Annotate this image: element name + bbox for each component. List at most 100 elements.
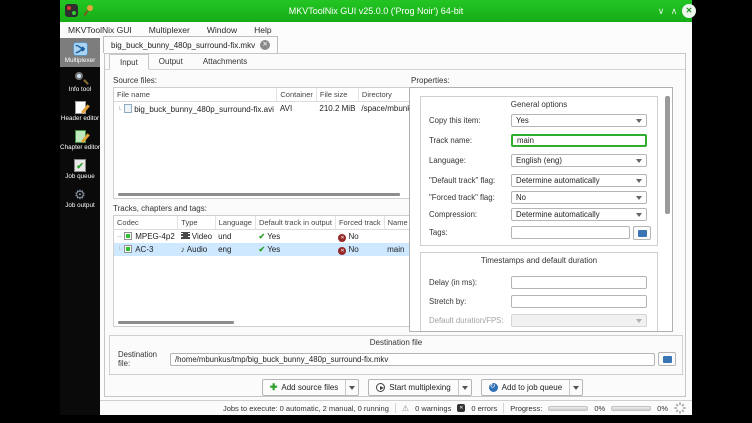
col-container[interactable]: Container — [277, 88, 317, 102]
destination-label: Destination file: — [118, 350, 170, 368]
track-row-video[interactable]: ─ MPEG-4p2 Video und ✔Yes ✕No big_buck_ — [114, 230, 411, 244]
menu-multiplexer[interactable]: Multiplexer — [149, 25, 190, 35]
sidebar-item-job-output[interactable]: ⚙ Job output — [60, 183, 100, 212]
forced-track-flag-select[interactable]: No — [511, 191, 647, 204]
track-row-audio[interactable]: └ AC-3 ♪Audio eng ✔Yes ✕No main big_buck… — [114, 243, 411, 256]
sidebar-label: Multiplexer — [65, 57, 95, 64]
col-forced-track[interactable]: Forced track — [335, 216, 384, 230]
tracks-label: Tracks, chapters and tags: — [113, 204, 207, 213]
tags-browse-button[interactable] — [633, 226, 651, 240]
add-source-files-dropdown[interactable] — [345, 380, 358, 395]
minimize-button[interactable]: ∨ — [654, 5, 668, 18]
compression-select[interactable]: Determine automatically — [511, 208, 647, 221]
track-codec: AC-3 — [135, 245, 153, 254]
track-enabled-checkbox[interactable] — [124, 245, 132, 253]
tab-attachments[interactable]: Attachments — [193, 54, 257, 70]
general-options-title: General options — [421, 100, 657, 109]
tags-input[interactable] — [511, 226, 630, 239]
tree-branch: ─ — [117, 234, 122, 241]
close-button[interactable]: ✕ — [682, 4, 696, 18]
sidebar-item-chapter-editor[interactable]: Chapter editor — [60, 125, 100, 154]
source-file-row[interactable]: └ big_buck_bunny_480p_surround-fix.avi A… — [114, 102, 411, 116]
source-file-name: big_buck_bunny_480p_surround-fix.avi — [134, 105, 274, 114]
file-tab[interactable]: big_buck_bunny_480p_surround-fix.mkv ✕ — [103, 36, 278, 53]
language-select[interactable]: English (eng) — [511, 154, 647, 167]
tracks-table[interactable]: Codec Type Language Default track in out… — [113, 215, 411, 327]
sidebar-label: Info tool — [69, 86, 91, 93]
properties-scrollbar[interactable] — [665, 96, 670, 214]
chevron-down-icon — [636, 319, 642, 323]
default-track-flag-select[interactable]: Determine automatically — [511, 174, 647, 187]
destination-browse-button[interactable] — [658, 352, 676, 366]
copy-item-select[interactable]: Yes — [511, 114, 647, 127]
timestamps-title: Timestamps and default duration — [421, 256, 657, 265]
chevron-down-icon — [462, 386, 468, 390]
track-name-input[interactable] — [511, 134, 647, 147]
sidebar-label: Job output — [65, 202, 94, 209]
tab-input[interactable]: Input — [109, 54, 149, 70]
tracks-header: Codec Type Language Default track in out… — [114, 216, 411, 230]
track-enabled-checkbox[interactable] — [124, 232, 132, 240]
destination-title: Destination file — [110, 338, 682, 347]
progress-bar-current — [548, 406, 588, 411]
track-language: eng — [215, 243, 255, 256]
track-codec: MPEG-4p2 — [135, 232, 175, 241]
sidebar-item-job-queue[interactable]: ✔ Job queue — [60, 154, 100, 183]
add-to-job-queue-button[interactable]: Add to job queue — [481, 379, 584, 396]
language-label: Language: — [429, 156, 511, 165]
col-language[interactable]: Language — [215, 216, 255, 230]
play-icon — [376, 383, 385, 392]
col-file-size[interactable]: File size — [316, 88, 358, 102]
col-directory[interactable]: Directory — [358, 88, 411, 102]
general-options-group: General options Copy this item: Yes Trac… — [420, 96, 658, 246]
stretch-by-label: Stretch by: — [429, 297, 511, 306]
source-files-table[interactable]: File name Container File size Directory … — [113, 87, 411, 199]
add-source-files-button[interactable]: ✚Add source files — [262, 379, 359, 396]
tab-output[interactable]: Output — [149, 54, 193, 70]
default-duration-label: Default duration/FPS: — [429, 316, 511, 325]
default-duration-select — [511, 314, 647, 327]
progress-label: Progress: — [510, 404, 542, 413]
job-output-icon: ⚙ — [73, 188, 88, 201]
no-icon: ✕ — [338, 234, 346, 242]
maximize-button[interactable]: ∧ — [667, 5, 681, 18]
sidebar-item-header-editor[interactable]: Header editor — [60, 96, 100, 125]
multiplexer-panel: Input Output Attachments Source files: F… — [104, 53, 686, 397]
divider — [395, 403, 396, 413]
forced-track-flag-label: "Forced track" flag: — [429, 193, 511, 202]
menu-help[interactable]: Help — [254, 25, 271, 35]
file-tab-close-icon[interactable]: ✕ — [260, 40, 270, 50]
col-type[interactable]: Type — [178, 216, 215, 230]
timestamps-group: Timestamps and default duration Delay (i… — [420, 252, 658, 332]
horizontal-scrollbar[interactable] — [118, 321, 234, 324]
menu-mkvtoolnix-gui[interactable]: MKVToolNix GUI — [68, 25, 132, 35]
window-title: MKVToolNix GUI v25.0.0 ('Prog Noir') 64-… — [60, 6, 692, 16]
properties-panel: General options Copy this item: Yes Trac… — [409, 87, 673, 332]
track-name — [384, 230, 411, 244]
track-language: und — [215, 230, 255, 244]
col-file-name[interactable]: File name — [114, 88, 277, 102]
job-queue-add-icon — [489, 383, 498, 392]
col-codec[interactable]: Codec — [114, 216, 178, 230]
col-name[interactable]: Name — [384, 216, 411, 230]
horizontal-scrollbar[interactable] — [118, 193, 400, 196]
start-multiplexing-button[interactable]: Start multiplexing — [368, 379, 471, 396]
track-name-label: Track name: — [429, 136, 511, 145]
sidebar-item-multiplexer[interactable]: Multiplexer — [60, 38, 100, 67]
timestamps-browse-button[interactable] — [633, 332, 651, 333]
start-multiplexing-dropdown[interactable] — [458, 380, 471, 395]
titlebar[interactable]: MKVToolNix GUI v25.0.0 ('Prog Noir') 64-… — [60, 0, 692, 22]
stretch-by-input[interactable] — [511, 295, 647, 308]
sidebar-item-info-tool[interactable]: Info tool — [60, 67, 100, 96]
tags-label: Tags: — [429, 228, 511, 237]
destination-input[interactable] — [170, 353, 655, 366]
header-editor-icon — [73, 101, 88, 114]
source-files-header: File name Container File size Directory — [114, 88, 411, 102]
col-default-track[interactable]: Default track in output — [255, 216, 335, 230]
delay-input[interactable] — [511, 276, 647, 289]
chevron-down-icon — [636, 159, 642, 163]
jobs-status: Jobs to execute: 0 automatic, 2 manual, … — [223, 404, 389, 413]
menu-window[interactable]: Window — [207, 25, 237, 35]
warning-icon: ⚠ — [402, 404, 409, 413]
add-to-job-queue-dropdown[interactable] — [569, 380, 582, 395]
